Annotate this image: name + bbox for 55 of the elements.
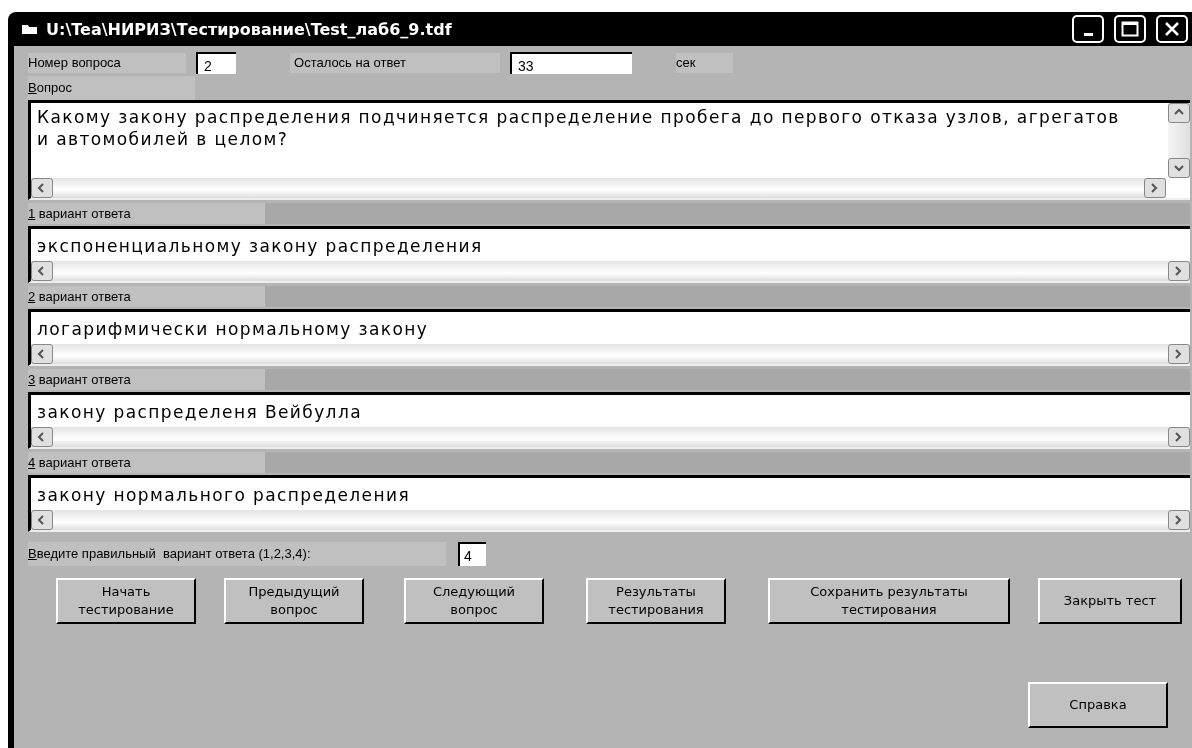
action-button[interactable]: Следующий вопрос: [404, 578, 544, 624]
scroll-arrow-button[interactable]: [31, 344, 53, 364]
close-icon: [1164, 21, 1180, 37]
answer-text-field[interactable]: логарифмически нормальному закону: [28, 309, 1190, 366]
answer-text: экспоненциальному закону распределения: [36, 235, 484, 258]
answer-option-label: 4 вариант ответа: [28, 452, 265, 473]
horizontal-scrollbar[interactable]: [31, 510, 1190, 530]
scroll-arrow-button[interactable]: [31, 510, 53, 530]
vertical-scrollbar[interactable]: [1168, 103, 1190, 178]
scroll-arrow-button[interactable]: [31, 178, 53, 198]
answer-input-field[interactable]: 4: [458, 542, 486, 566]
answer-text-field[interactable]: экспоненциальному закону распределения: [28, 226, 1190, 283]
scroll-arrow-button[interactable]: [1168, 344, 1190, 364]
scroll-arrow-button[interactable]: [1168, 261, 1190, 281]
answer-text: закону нормального распределения: [36, 484, 412, 507]
action-button[interactable]: Сохранить результаты тестирования: [768, 578, 1010, 624]
close-button[interactable]: [1156, 15, 1188, 43]
folder-icon: [22, 23, 38, 35]
answer-option-label: 3 вариант ответа: [28, 369, 265, 390]
maximize-icon: [1121, 21, 1139, 37]
maximize-button[interactable]: [1114, 15, 1146, 43]
time-left-field[interactable]: 33: [510, 52, 632, 74]
horizontal-scrollbar[interactable]: [31, 178, 1166, 198]
horizontal-scrollbar[interactable]: [31, 261, 1190, 281]
horizontal-scrollbar[interactable]: [31, 344, 1190, 364]
help-button[interactable]: Справка: [1028, 682, 1168, 728]
minimize-button[interactable]: [1072, 15, 1104, 43]
question-text: Какому закону распределения подчиняется распределение пробега до первого отказа узлов, агрегатов и автомобилей в целом?: [36, 106, 1121, 151]
scroll-arrow-button[interactable]: [1168, 510, 1190, 530]
action-button[interactable]: Закрыть тест: [1038, 578, 1182, 624]
scroll-arrow-button[interactable]: [1168, 103, 1190, 123]
minimize-icon: [1083, 32, 1093, 36]
answer-option-label: 1 вариант ответа: [28, 203, 265, 224]
window-title: U:\Tea\НИРИЗ\Тестирование\Test_лаб6_9.tdf: [46, 19, 453, 39]
horizontal-scrollbar[interactable]: [31, 427, 1190, 447]
scroll-arrow-button[interactable]: [31, 261, 53, 281]
seconds-label: сек: [676, 53, 733, 73]
answer-text: логарифмически нормальному закону: [36, 318, 430, 341]
action-button[interactable]: Результаты тестирования: [586, 578, 726, 624]
scroll-arrow-button[interactable]: [1168, 427, 1190, 447]
question-label: Вопрос: [28, 76, 195, 100]
scroll-arrow-button[interactable]: [1168, 158, 1190, 178]
answer-input-label: Введите правильный вариант ответа (1,2,3,4):: [28, 542, 446, 566]
question-number-field[interactable]: 2: [196, 52, 236, 74]
answer-text: закону распределеня Вейбулла: [36, 401, 363, 424]
question-number-label: Номер вопроса: [28, 53, 186, 73]
action-button[interactable]: Предыдущий вопрос: [224, 578, 364, 624]
answer-text-field[interactable]: закону нормального распределения: [28, 475, 1190, 532]
scroll-arrow-button[interactable]: [31, 427, 53, 447]
action-button[interactable]: Начать тестирование: [56, 578, 196, 624]
time-left-label: Осталось на ответ: [290, 53, 500, 73]
answer-text-field[interactable]: закону распределеня Вейбулла: [28, 392, 1190, 449]
question-text-area[interactable]: Какому закону распределения подчиняется распределение пробега до первого отказа узлов, агрегатов и автомобилей в целом?: [28, 100, 1190, 200]
answer-option-label: 2 вариант ответа: [28, 286, 265, 307]
scroll-arrow-button[interactable]: [1144, 178, 1166, 198]
